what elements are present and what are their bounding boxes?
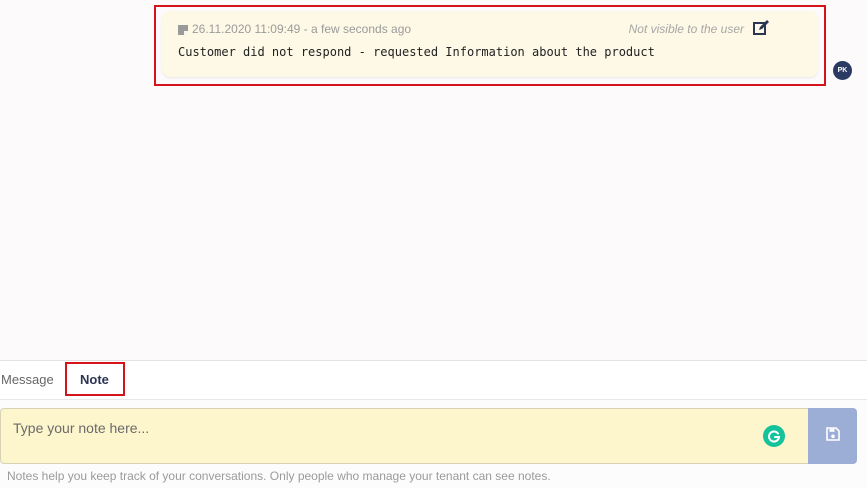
- note-text: Customer did not respond - requested Inf…: [178, 45, 655, 59]
- composer-tabs: Message Note: [0, 360, 867, 400]
- conversation-thread: 26.11.2020 11:09:49 - a few seconds ago …: [0, 0, 867, 360]
- save-icon: [825, 426, 840, 446]
- note-meta: 26.11.2020 11:09:49 - a few seconds ago: [178, 22, 411, 36]
- note-icon: [178, 24, 188, 35]
- save-note-button[interactable]: [808, 408, 857, 464]
- note-timestamp: 26.11.2020 11:09:49 - a few seconds ago: [192, 22, 412, 36]
- tab-note[interactable]: Note: [80, 361, 109, 399]
- note-visibility-label: Not visible to the user: [628, 22, 744, 36]
- avatar: PK: [833, 61, 852, 80]
- note-card: 26.11.2020 11:09:49 - a few seconds ago …: [162, 11, 818, 77]
- note-input[interactable]: [1, 409, 753, 447]
- edit-icon[interactable]: [752, 19, 770, 37]
- help-text: Notes help you keep track of your conver…: [7, 469, 551, 483]
- grammarly-icon[interactable]: [763, 425, 785, 447]
- note-composer: [0, 408, 808, 464]
- tab-message[interactable]: Message: [1, 361, 54, 399]
